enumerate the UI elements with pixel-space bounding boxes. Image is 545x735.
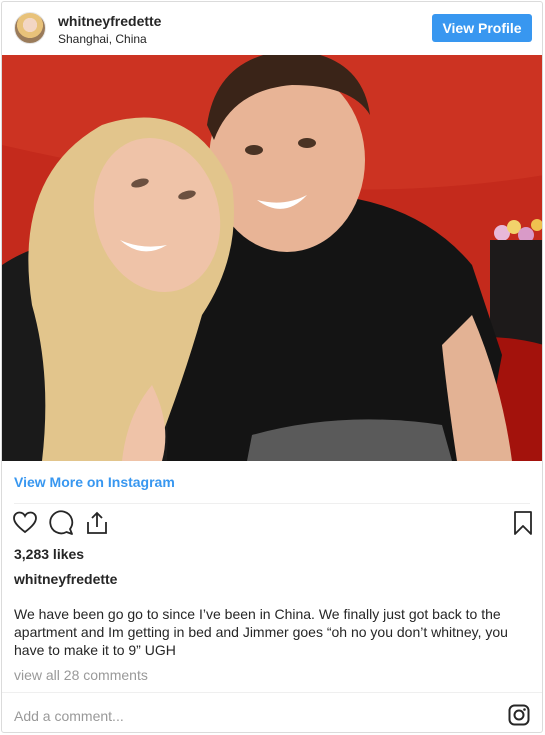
instagram-embed-card: whitneyfredette Shanghai, China View Pro… bbox=[1, 1, 543, 733]
likes-count[interactable]: 3,283 likes bbox=[14, 546, 84, 562]
comment-icon[interactable] bbox=[48, 510, 74, 536]
caption-text: We have been go go to since I’ve been in… bbox=[14, 606, 508, 658]
user-block: whitneyfredette Shanghai, China bbox=[58, 13, 161, 47]
post-photo[interactable] bbox=[2, 55, 542, 461]
photo-illustration bbox=[2, 55, 542, 461]
username[interactable]: whitneyfredette bbox=[58, 13, 161, 30]
share-icon[interactable] bbox=[84, 510, 110, 536]
add-comment-input[interactable]: Add a comment... bbox=[14, 708, 124, 724]
instagram-icon[interactable] bbox=[508, 704, 530, 726]
view-comments-link[interactable]: view all 28 comments bbox=[14, 667, 148, 683]
avatar[interactable] bbox=[14, 12, 46, 44]
location[interactable]: Shanghai, China bbox=[58, 32, 161, 47]
divider bbox=[14, 503, 530, 504]
divider bbox=[2, 692, 542, 693]
view-more-link[interactable]: View More on Instagram bbox=[14, 474, 175, 490]
action-bar bbox=[2, 510, 542, 540]
caption-username[interactable]: whitneyfredette bbox=[14, 571, 117, 587]
heart-icon[interactable] bbox=[12, 510, 38, 536]
view-profile-button[interactable]: View Profile bbox=[432, 14, 532, 42]
bookmark-icon[interactable] bbox=[510, 510, 536, 536]
post-header: whitneyfredette Shanghai, China View Pro… bbox=[2, 2, 542, 56]
